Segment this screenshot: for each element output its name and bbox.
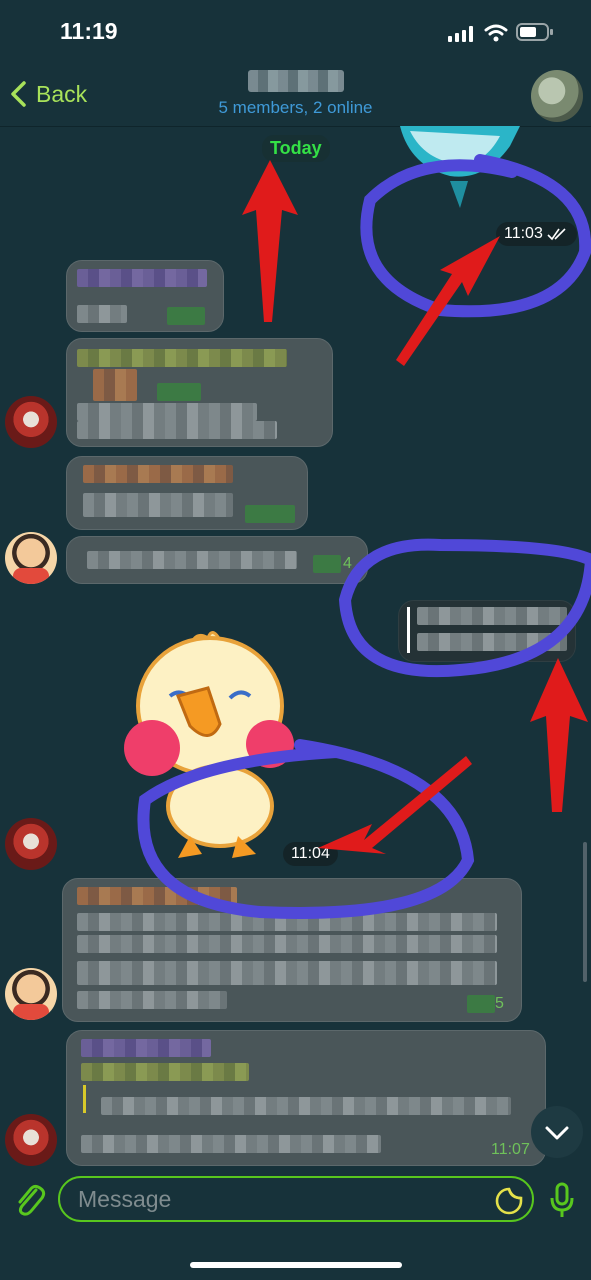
attach-icon[interactable] [12, 1182, 46, 1218]
sticker-icon[interactable] [494, 1186, 524, 1216]
home-indicator [190, 1262, 402, 1268]
microphone-icon[interactable] [548, 1182, 576, 1220]
scroll-to-bottom-button[interactable] [531, 1106, 583, 1158]
annotation-overlay [137, 154, 591, 919]
chevron-down-icon [545, 1126, 569, 1140]
message-input[interactable] [58, 1176, 534, 1222]
